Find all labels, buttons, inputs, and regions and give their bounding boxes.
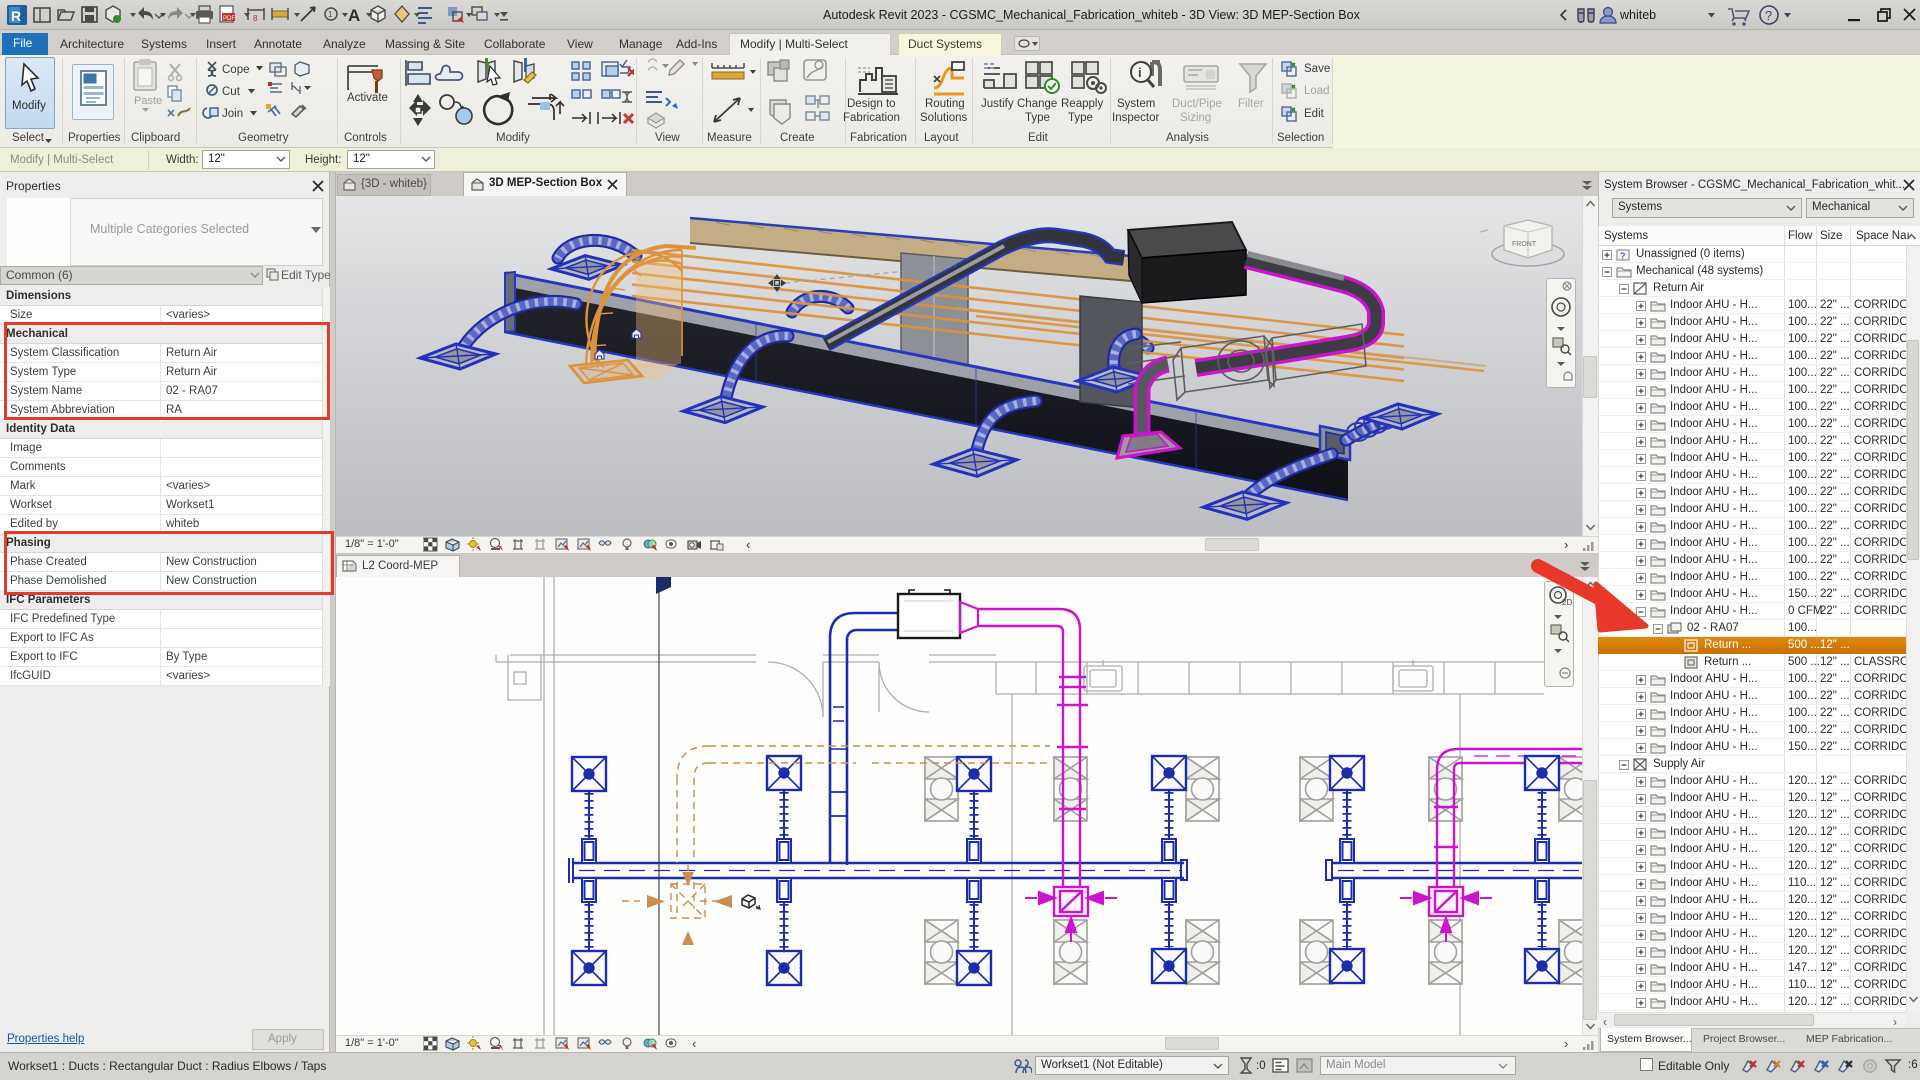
svg-text:?: ? (1620, 251, 1626, 261)
svg-text:?: ? (1765, 8, 1772, 23)
svg-text:1: 1 (328, 10, 333, 19)
svg-text:PDF: PDF (223, 16, 235, 22)
svg-text:Cope: Cope (222, 64, 250, 76)
svg-text:i: i (1138, 65, 1142, 80)
svg-text:FRONT: FRONT (1512, 241, 1537, 248)
svg-text:8: 8 (253, 14, 258, 23)
svg-text:Paste: Paste (134, 95, 162, 107)
svg-text:Join: Join (222, 108, 243, 120)
svg-text:whiteb: whiteb (1619, 8, 1656, 22)
svg-text:R: R (11, 8, 21, 24)
svg-text:Cut: Cut (222, 86, 241, 98)
svg-text:A: A (348, 6, 360, 25)
